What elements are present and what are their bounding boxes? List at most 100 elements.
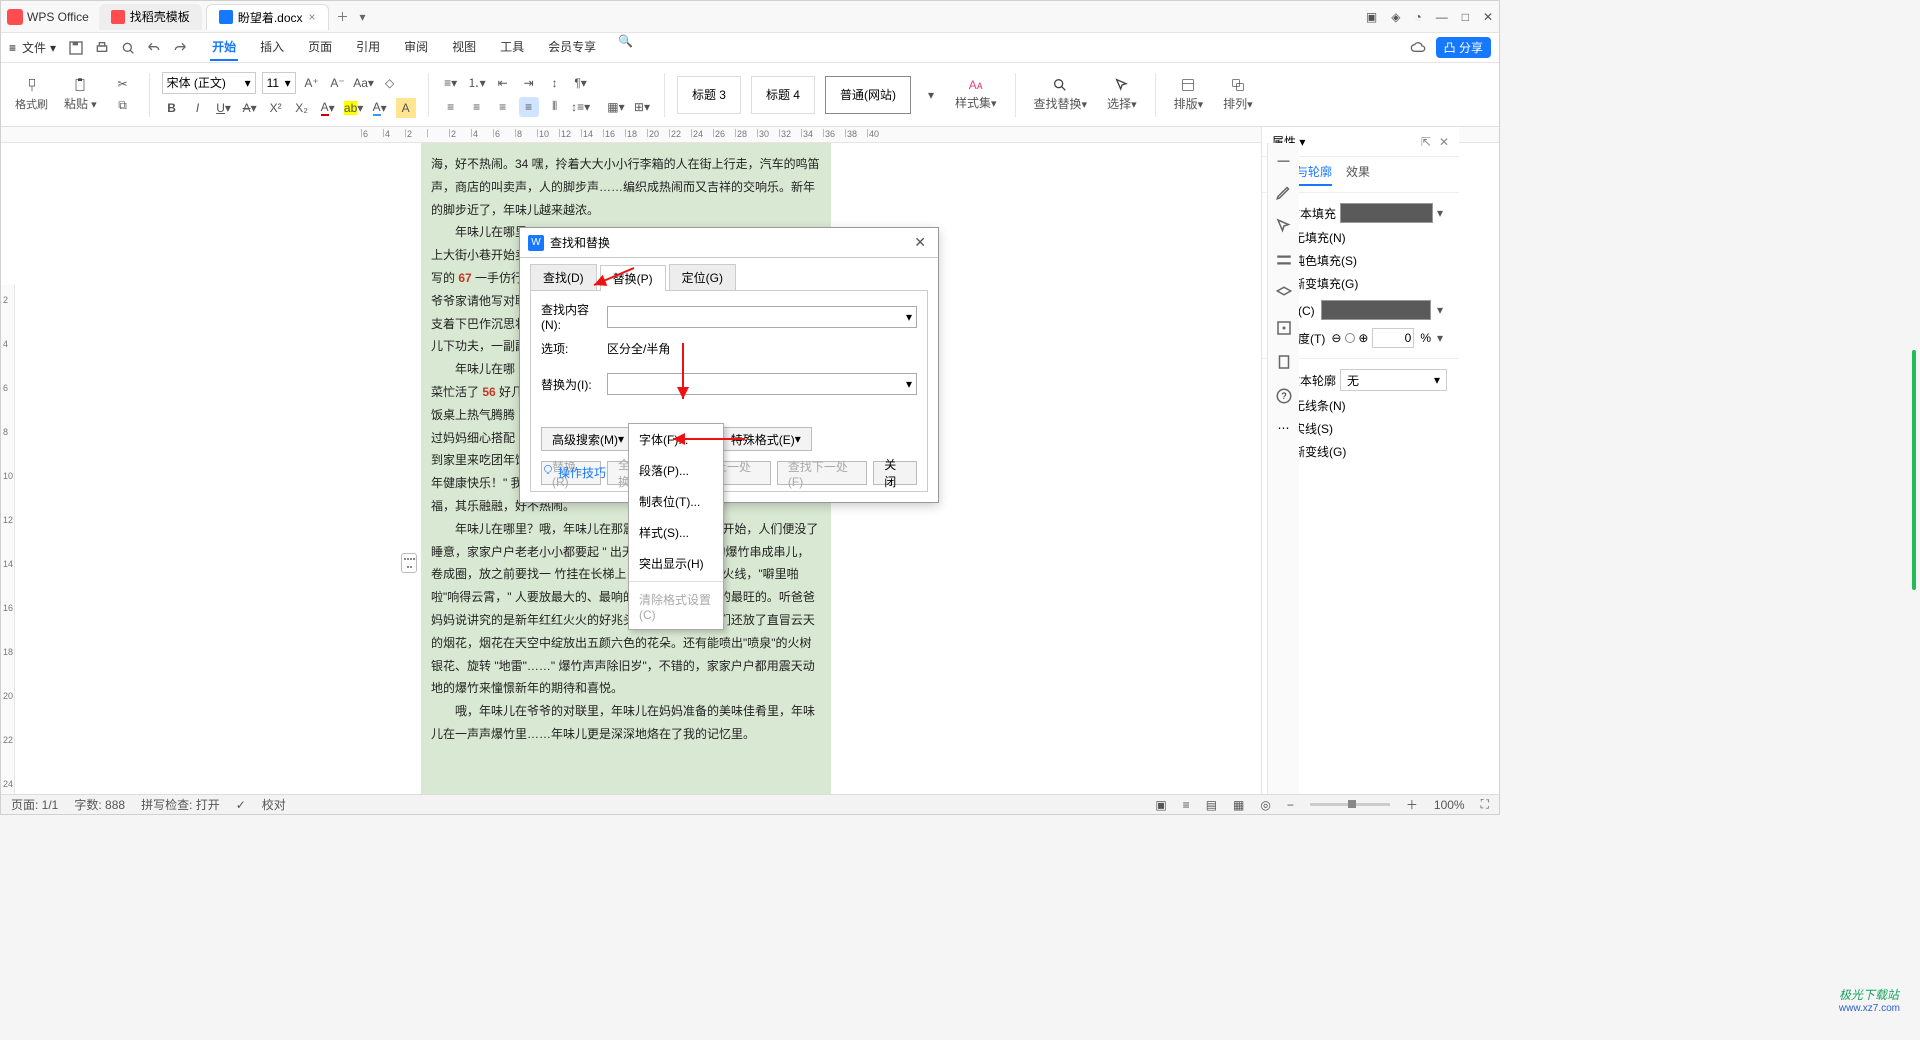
drag-handle-icon[interactable] [401,553,417,573]
size-combo[interactable]: 11▾ [262,72,296,94]
close-icon[interactable]: × [309,10,316,24]
distribute-icon[interactable]: ⫴ [545,97,565,117]
paste[interactable]: 粘贴 ▾ [60,77,101,112]
settings-icon[interactable] [1275,251,1293,269]
menu-reference[interactable]: 引用 [354,34,382,61]
arrange-btn[interactable]: 排列▾ [1217,77,1259,112]
radio-solid-line[interactable]: 实线(S) [1274,420,1447,437]
tab-list-icon[interactable]: ▾ [353,10,373,24]
radio-no-line[interactable]: 无线条(N) [1274,397,1447,414]
marks-icon[interactable]: ¶▾ [571,73,591,93]
italic-icon[interactable]: I [188,98,208,118]
window-tile-icon[interactable]: ▣ [1366,10,1377,24]
phonetic-icon[interactable]: A [396,98,416,118]
hamburger-icon[interactable]: ≡ [9,41,16,55]
align-left-icon[interactable]: ≡ [441,97,461,117]
tab-replace[interactable]: 替换(P) [600,265,666,291]
format-painter[interactable]: 格式刷 [11,78,52,112]
radio-no-fill[interactable]: 无填充(N) [1274,229,1447,246]
save-icon[interactable] [68,40,84,56]
cut-icon[interactable]: ✂ [113,74,133,94]
style-heading4[interactable]: 标题 4 [751,76,815,114]
tab-effects[interactable]: 效果 [1346,163,1370,186]
dialog-titlebar[interactable]: W 查找和替换 ✕ [520,228,938,258]
close-window-icon[interactable]: ✕ [1483,10,1493,24]
font-combo[interactable]: 宋体 (正文)▾ [162,72,256,94]
outline-select[interactable]: 无▾ [1340,369,1447,391]
replace-input[interactable]: ▾ [607,373,917,395]
style-normal[interactable]: 普通(网站) [825,76,911,114]
para-shading-icon[interactable]: ▦▾ [606,97,626,117]
tips-link[interactable]: 操作技巧 [541,466,606,480]
more-icon[interactable]: ⋯ [1278,421,1290,435]
special-button[interactable]: 特殊格式(E)▾ [720,427,812,451]
page-indicator[interactable]: 页面: 1/1 [11,796,58,813]
cloud-icon[interactable] [1410,40,1426,56]
find-replace[interactable]: 查找替换▾ [1028,77,1094,112]
zoom-slider[interactable] [1310,803,1390,806]
pin-icon[interactable]: ⇱ [1421,135,1431,149]
vertical-ruler[interactable]: 246810121416182022242628 [1,285,15,794]
close-icon[interactable]: ✕ [910,234,930,251]
collapse-icon[interactable]: — [1278,153,1290,167]
subscript-icon[interactable]: X₂ [292,98,312,118]
align-right-icon[interactable]: ≡ [493,97,513,117]
align-justify-icon[interactable]: ≡ [519,97,539,117]
select-btn[interactable]: 选择▾ [1101,77,1143,112]
change-case-icon[interactable]: Aa▾ [354,73,374,93]
avatar-icon[interactable]: ◔ [1414,10,1421,24]
minimize-icon[interactable]: — [1436,10,1448,24]
fill-swatch[interactable] [1340,203,1433,223]
radio-gradient-line[interactable]: 渐变线(G) [1274,443,1447,460]
view-read-icon[interactable]: ▦ [1233,798,1244,812]
fullscreen-icon[interactable]: ⛶ [1481,797,1489,812]
highlight-icon[interactable]: ab▾ [344,98,364,118]
redo-icon[interactable] [172,40,188,56]
cube-icon[interactable]: ◈ [1391,10,1400,24]
spellcheck-status[interactable]: 拼写检查: 打开 [141,796,220,813]
tab-document[interactable]: 盼望着.docx × [206,4,329,30]
print-icon[interactable] [94,40,110,56]
proof-status[interactable]: 校对 [262,796,286,813]
tab-goto[interactable]: 定位(G) [669,264,736,290]
word-count[interactable]: 字数: 888 [74,796,125,813]
styleset[interactable]: Aᴀ 样式集▾ [949,78,1003,111]
cursor-icon[interactable] [1275,217,1293,235]
bold-icon[interactable]: B [162,98,182,118]
underline-icon[interactable]: U▾ [214,98,234,118]
superscript-icon[interactable]: X² [266,98,286,118]
print-preview-icon[interactable] [120,40,136,56]
outdent-icon[interactable]: ⇤ [493,73,513,93]
color-swatch[interactable] [1321,300,1431,320]
menu-review[interactable]: 审阅 [402,34,430,61]
radio-gradient-fill[interactable]: 渐变填充(G) [1274,275,1447,292]
menu-home[interactable]: 开始 [210,34,238,61]
zoom-in-icon[interactable]: ＋ [1406,796,1418,813]
section-text-fill[interactable]: ▾文本填充 ▾ [1274,203,1447,223]
menu-insert[interactable]: 插入 [258,34,286,61]
undo-icon[interactable] [146,40,162,56]
align-center-icon[interactable]: ≡ [467,97,487,117]
nav-icon[interactable] [1275,319,1293,337]
indent-icon[interactable]: ⇥ [519,73,539,93]
find-input[interactable]: ▾ [607,306,917,328]
section-text-outline[interactable]: ▾文本轮廓 无▾ [1274,369,1447,391]
menu-page[interactable]: 页面 [306,34,334,61]
view-outline-icon[interactable]: ≡ [1183,798,1190,812]
menu-tools[interactable]: 工具 [498,34,526,61]
clear-format-icon[interactable]: ◇ [380,73,400,93]
zoom-out-icon[interactable]: − [1287,798,1294,812]
close-icon[interactable]: ✕ [1439,135,1449,149]
window-scrollbar[interactable] [1912,350,1916,590]
search-icon[interactable]: 🔍 [618,34,633,61]
clipboard-icon[interactable] [1275,353,1293,371]
decrease-font-icon[interactable]: A⁻ [328,73,348,93]
strike-icon[interactable]: A▾ [240,98,260,118]
maximize-icon[interactable]: □ [1462,10,1469,24]
menu-view[interactable]: 视图 [450,34,478,61]
zoom-value[interactable]: 100% [1434,798,1465,812]
advanced-search-button[interactable]: 高级搜索(M) ▾ [541,427,635,451]
file-menu[interactable]: 文件▾ [22,39,56,56]
menu-highlight[interactable]: 突出显示(H) [629,548,723,579]
menu-member[interactable]: 会员专享 [546,34,598,61]
